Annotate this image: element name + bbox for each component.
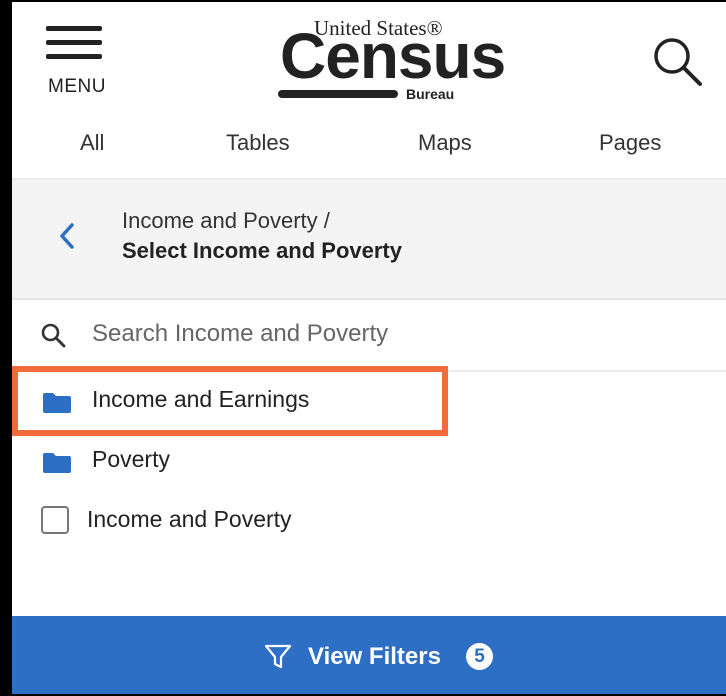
list-item-label: Income and Poverty xyxy=(87,506,292,532)
back-button[interactable] xyxy=(56,220,80,252)
search-input[interactable] xyxy=(86,314,718,354)
list-item-poverty[interactable]: Poverty xyxy=(12,432,726,490)
view-filters-label: View Filters xyxy=(308,643,441,670)
chevron-left-icon xyxy=(60,223,74,249)
list-item-income-and-earnings[interactable]: Income and Earnings xyxy=(12,372,726,430)
tab-all[interactable]: All xyxy=(80,130,104,156)
topic-search xyxy=(12,300,726,372)
list-item-label: Income and Earnings xyxy=(92,386,310,412)
tab-pages[interactable]: Pages xyxy=(599,130,661,156)
menu-icon xyxy=(46,26,102,31)
tab-maps[interactable]: Maps xyxy=(418,130,472,156)
menu-icon-bar xyxy=(46,54,102,59)
checkbox[interactable] xyxy=(41,506,69,534)
breadcrumb-current: Select Income and Poverty xyxy=(122,238,402,263)
site-header: MENU United States® Census Bureau All Ta… xyxy=(12,2,726,180)
filter-icon xyxy=(264,644,292,669)
breadcrumb: Income and Poverty / Select Income and P… xyxy=(12,180,726,300)
list-item-income-and-poverty[interactable]: Income and Poverty xyxy=(12,492,726,550)
app-frame: MENU United States® Census Bureau All Ta… xyxy=(0,0,726,696)
folder-icon xyxy=(43,393,71,413)
folder-icon xyxy=(43,453,71,473)
header-search-button[interactable] xyxy=(648,32,708,92)
menu-label: MENU xyxy=(48,76,106,97)
filter-count-badge: 5 xyxy=(466,643,493,670)
result-type-tabs: All Tables Maps Pages xyxy=(12,122,726,170)
menu-icon-bar xyxy=(46,40,102,45)
menu-button[interactable]: MENU xyxy=(42,24,116,100)
search-icon xyxy=(654,38,702,86)
logo-main-text: Census xyxy=(280,20,506,92)
tab-tables[interactable]: Tables xyxy=(226,130,290,156)
view-filters-button[interactable]: View Filters 5 xyxy=(12,616,726,694)
list-item-label: Poverty xyxy=(92,446,170,472)
logo-sub-text: Bureau xyxy=(406,86,455,102)
breadcrumb-parent[interactable]: Income and Poverty / xyxy=(122,208,330,234)
logo-underline xyxy=(278,90,398,98)
search-icon xyxy=(41,323,66,348)
census-logo[interactable]: United States® Census Bureau xyxy=(274,16,506,106)
